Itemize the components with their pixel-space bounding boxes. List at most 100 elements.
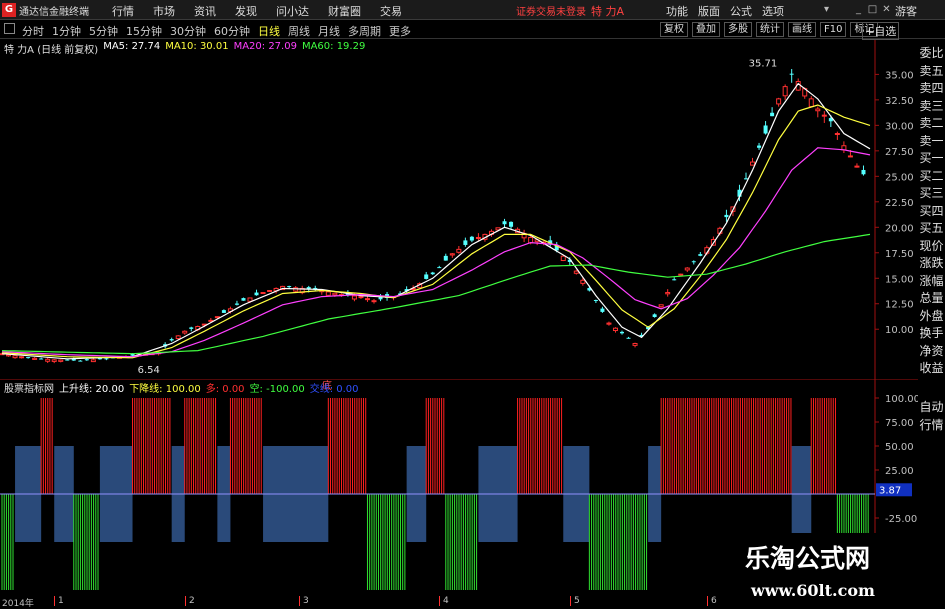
- candle-body: [763, 125, 768, 134]
- side-tab-9[interactable]: 买四: [918, 204, 945, 218]
- candle-body: [430, 272, 435, 275]
- candle-body: [724, 214, 729, 218]
- candle-body: [757, 145, 762, 148]
- candle-body: [364, 298, 370, 301]
- candle-body: [234, 303, 239, 305]
- legend-ma10: MA10: 30.01: [165, 41, 229, 52]
- date-month-label: 3: [299, 596, 309, 606]
- side-tab-4[interactable]: 卖二: [918, 116, 945, 130]
- app-name: 通达信金融终端: [19, 7, 89, 18]
- high-price-label: 35.71: [749, 58, 778, 69]
- side-tab-12[interactable]: 涨跌: [918, 256, 945, 270]
- candle-body: [770, 112, 775, 117]
- candle-body: [26, 357, 31, 359]
- candle-body: [612, 327, 618, 332]
- side-tab-16[interactable]: 换手: [918, 326, 945, 340]
- title-bar: G 通达信金融终端 行情 市场 资讯 发现 问小达 财富圈 交易 证券交易未登录…: [0, 0, 945, 20]
- chart-tool-1[interactable]: 叠加: [692, 22, 720, 37]
- side-tab-10[interactable]: 买五: [918, 221, 945, 235]
- candle-body: [658, 304, 664, 308]
- panel-toggle-icon[interactable]: [4, 23, 15, 34]
- menu-item-wealth[interactable]: 财富圈: [328, 3, 361, 19]
- period-tab-4[interactable]: 30分钟: [170, 23, 206, 39]
- period-tab-5[interactable]: 60分钟: [214, 23, 250, 39]
- side-tab-6[interactable]: 买一: [918, 151, 945, 165]
- candle-body: [475, 236, 481, 239]
- side-tab-3[interactable]: 卖三: [918, 99, 945, 113]
- side-tab-5[interactable]: 卖一: [918, 134, 945, 148]
- menu-item-discover[interactable]: 发现: [235, 3, 257, 19]
- side-tab-14[interactable]: 总量: [918, 291, 945, 305]
- candle-body: [469, 236, 474, 241]
- candle-body: [684, 267, 690, 271]
- period-tab-6[interactable]: 日线: [258, 23, 280, 39]
- side-tab-7[interactable]: 买二: [918, 169, 945, 183]
- dropdown-icon[interactable]: ▾: [820, 3, 833, 16]
- period-tab-8[interactable]: 月线: [318, 23, 340, 39]
- maximize-icon[interactable]: □: [866, 3, 879, 16]
- period-tab-9[interactable]: 多周期: [348, 23, 381, 39]
- period-tab-3[interactable]: 15分钟: [126, 23, 162, 39]
- candle-body: [600, 308, 605, 312]
- legend-stock: 特 力A (日线 前复权): [4, 45, 99, 56]
- stock-title: 特 力A: [591, 5, 625, 18]
- date-month-label: 1: [54, 596, 64, 606]
- side-tab-15[interactable]: 外盘: [918, 309, 945, 323]
- candle-body: [789, 73, 794, 75]
- chart-tool-3[interactable]: 统计: [756, 22, 784, 37]
- chart-tool-4[interactable]: 画线: [788, 22, 816, 37]
- menu-item-news[interactable]: 资讯: [194, 3, 216, 19]
- menu-item-formula[interactable]: 公式: [730, 3, 752, 19]
- period-tab-7[interactable]: 周线: [288, 23, 310, 39]
- menu-item-market[interactable]: 行情: [112, 3, 134, 19]
- side-tab-19[interactable]: 自动: [918, 400, 945, 414]
- candle-body: [45, 358, 51, 362]
- price-chart[interactable]: 35.71 6.54: [0, 40, 918, 379]
- candle-body: [580, 279, 586, 284]
- period-tab-1[interactable]: 1分钟: [52, 23, 81, 39]
- indicator-up-line: 上升线: 20.00: [59, 384, 125, 395]
- side-tab-8[interactable]: 买三: [918, 186, 945, 200]
- main-menu: 行情 市场 资讯 发现 问小达 财富圈 交易: [112, 3, 421, 19]
- chart-tool-2[interactable]: 多股: [724, 22, 752, 37]
- candle-body: [620, 331, 624, 334]
- candle-body: [260, 292, 266, 295]
- menu-item-functions[interactable]: 功能: [666, 3, 688, 19]
- side-tab-1[interactable]: 卖五: [918, 64, 945, 78]
- add-watchlist-button[interactable]: +自选: [862, 22, 900, 40]
- candle-body: [90, 359, 96, 363]
- side-tab-11[interactable]: 现价: [918, 239, 945, 253]
- close-icon[interactable]: ✕: [880, 3, 893, 16]
- period-tab-0[interactable]: 分时: [22, 23, 44, 39]
- period-tab-2[interactable]: 5分钟: [89, 23, 118, 39]
- side-tab-0[interactable]: 委比: [918, 46, 945, 60]
- menu-item-layout[interactable]: 版面: [698, 3, 720, 19]
- ma-line-ma5: [1, 82, 871, 360]
- candle-body: [573, 270, 579, 274]
- indicator-legend: 股票指标网 上升线: 20.00 下降线: 100.00 多: 0.00 空: …: [4, 380, 364, 395]
- side-tab-18[interactable]: 收益: [918, 361, 945, 375]
- candle-body: [606, 322, 612, 325]
- candle-body: [58, 359, 64, 362]
- menu-item-trade[interactable]: 交易: [380, 3, 402, 19]
- candle-body: [19, 356, 25, 359]
- candle-body: [560, 255, 566, 262]
- menu-item-options[interactable]: 选项: [762, 3, 784, 19]
- candle-body: [358, 296, 364, 299]
- candle-body: [287, 286, 292, 288]
- menu-item-markets[interactable]: 市场: [153, 3, 175, 19]
- side-tab-20[interactable]: 行情: [918, 418, 945, 432]
- side-tab-13[interactable]: 涨幅: [918, 274, 945, 288]
- candle-body: [84, 359, 89, 361]
- chart-tool-5[interactable]: F10: [820, 22, 847, 37]
- menu-item-ask[interactable]: 问小达: [276, 3, 309, 19]
- guest-label[interactable]: 游客: [895, 3, 917, 19]
- side-tab-17[interactable]: 净资: [918, 344, 945, 358]
- minimize-icon[interactable]: _: [852, 3, 865, 16]
- right-menu: 功能 版面 公式 选项: [666, 3, 794, 19]
- period-tab-10[interactable]: 更多: [389, 23, 411, 39]
- side-tab-2[interactable]: 卖四: [918, 81, 945, 95]
- login-status[interactable]: 证券交易未登录: [516, 3, 586, 18]
- chart-tool-0[interactable]: 复权: [660, 22, 688, 37]
- ma-line-ma10: [1, 104, 871, 359]
